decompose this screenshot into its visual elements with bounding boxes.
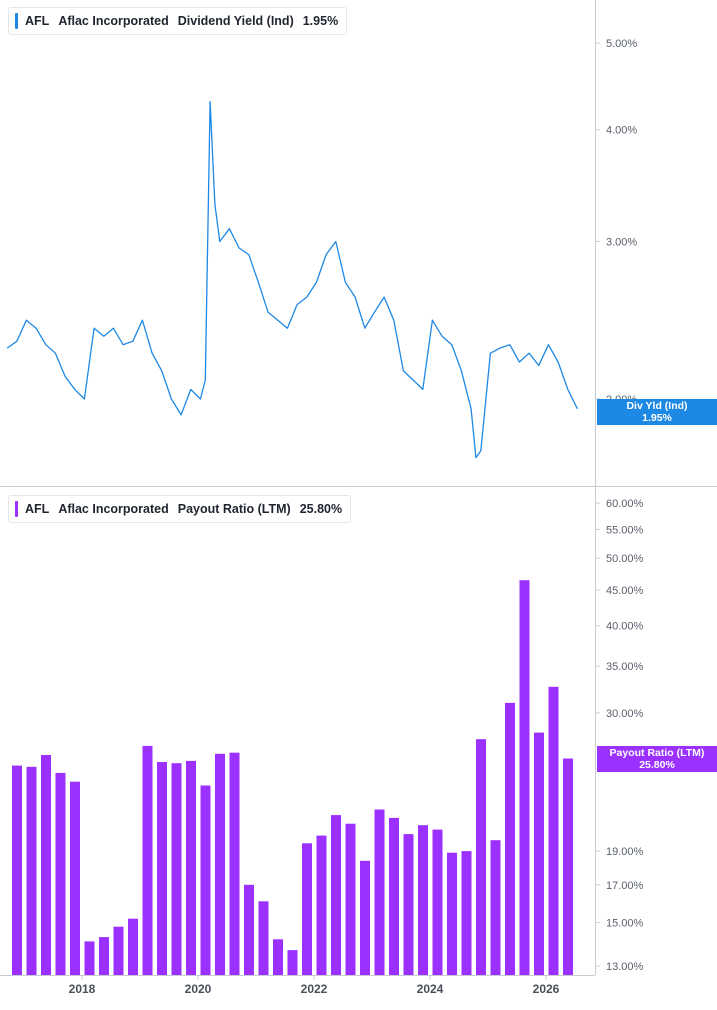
payout-bar: [360, 860, 370, 975]
payout-bar: [505, 702, 515, 975]
payout-y-tick-label: 19.00%: [606, 846, 644, 858]
yield-swatch: [15, 13, 18, 29]
payout-bar: [534, 732, 544, 975]
yield-flag-value: 1.95%: [642, 412, 672, 424]
payout-bar: [432, 829, 443, 975]
payout-bar: [70, 781, 80, 975]
payout-bar: [389, 817, 399, 975]
payout-bar: [345, 823, 356, 975]
payout-bar: [200, 785, 211, 975]
x-tick-label: 2020: [185, 982, 212, 996]
top-legend-value: 1.95%: [302, 14, 339, 28]
payout-bar: [171, 763, 182, 975]
payout-y-tick-label: 55.00%: [606, 524, 644, 536]
payout-bar: [84, 941, 95, 975]
bottom-legend-value: 25.80%: [299, 502, 343, 516]
payout-bar: [142, 745, 153, 975]
payout-bar: [113, 926, 124, 975]
bottom-legend-company: Aflac Incorporated: [58, 502, 169, 516]
yield-y-tick-label: 3.00%: [606, 236, 637, 248]
chart-root: 5.00%4.00%3.00%2.00%60.00%55.00%50.00%45…: [0, 0, 717, 1005]
payout-bar: [55, 772, 66, 975]
bottom-legend: AFL Aflac Incorporated Payout Ratio (LTM…: [8, 495, 352, 523]
bottom-legend-metric: Payout Ratio (LTM): [177, 502, 291, 516]
payout-y-tick-label: 40.00%: [606, 621, 644, 633]
payout-flag-value: 25.80%: [639, 759, 675, 771]
payout-bar: [418, 825, 428, 975]
payout-bar: [128, 918, 138, 975]
payout-bar: [244, 884, 254, 975]
yield-value-flag: Div Yld (Ind) 1.95%: [597, 399, 717, 425]
x-tick-label: 2024: [417, 982, 444, 996]
payout-bar: [273, 939, 283, 975]
payout-bar: [403, 834, 414, 975]
top-legend-company: Aflac Incorporated: [58, 14, 169, 28]
yield-y-tick-label: 4.00%: [606, 125, 637, 137]
x-tick-label: 2018: [69, 982, 96, 996]
payout-y-tick-label: 30.00%: [606, 708, 644, 720]
payout-bar: [157, 762, 167, 975]
payout-bar: [287, 950, 298, 975]
payout-swatch: [15, 501, 18, 517]
payout-bar: [374, 809, 385, 975]
payout-bar: [99, 937, 109, 975]
payout-bar: [316, 835, 327, 975]
payout-bar: [186, 760, 196, 975]
payout-flag-label: Payout Ratio (LTM): [609, 747, 705, 759]
payout-bar: [229, 752, 240, 975]
payout-bar: [476, 739, 486, 975]
payout-bar: [447, 852, 457, 975]
x-tick-label: 2022: [301, 982, 328, 996]
top-legend-metric: Dividend Yield (Ind): [177, 14, 294, 28]
payout-bar: [563, 758, 573, 975]
payout-y-tick-label: 35.00%: [606, 661, 644, 673]
bottom-legend-ticker: AFL: [25, 502, 50, 516]
payout-bar: [331, 815, 341, 975]
payout-y-tick-label: 50.00%: [606, 553, 644, 565]
payout-bar: [490, 840, 501, 975]
payout-bar: [41, 755, 51, 975]
yield-flag-label: Div Yld (Ind): [626, 400, 688, 412]
payout-y-tick-label: 15.00%: [606, 918, 644, 930]
yield-y-tick-label: 5.00%: [606, 38, 637, 50]
payout-bar: [258, 901, 269, 975]
payout-bar: [26, 766, 37, 975]
payout-y-tick-label: 17.00%: [606, 880, 644, 892]
payout-y-tick-label: 13.00%: [606, 961, 644, 973]
payout-y-tick-label: 45.00%: [606, 585, 644, 597]
payout-bar: [215, 753, 225, 975]
x-tick-label: 2026: [533, 982, 560, 996]
payout-bar: [12, 765, 22, 975]
payout-value-flag: Payout Ratio (LTM) 25.80%: [597, 746, 717, 772]
yield-series-line: [6, 100, 578, 459]
payout-bar: [548, 686, 559, 975]
payout-bar: [519, 580, 530, 975]
payout-bar: [302, 843, 312, 975]
top-legend: AFL Aflac Incorporated Dividend Yield (I…: [8, 7, 348, 35]
payout-y-tick-label: 60.00%: [606, 498, 644, 510]
top-legend-ticker: AFL: [25, 14, 50, 28]
payout-bar: [461, 851, 472, 975]
